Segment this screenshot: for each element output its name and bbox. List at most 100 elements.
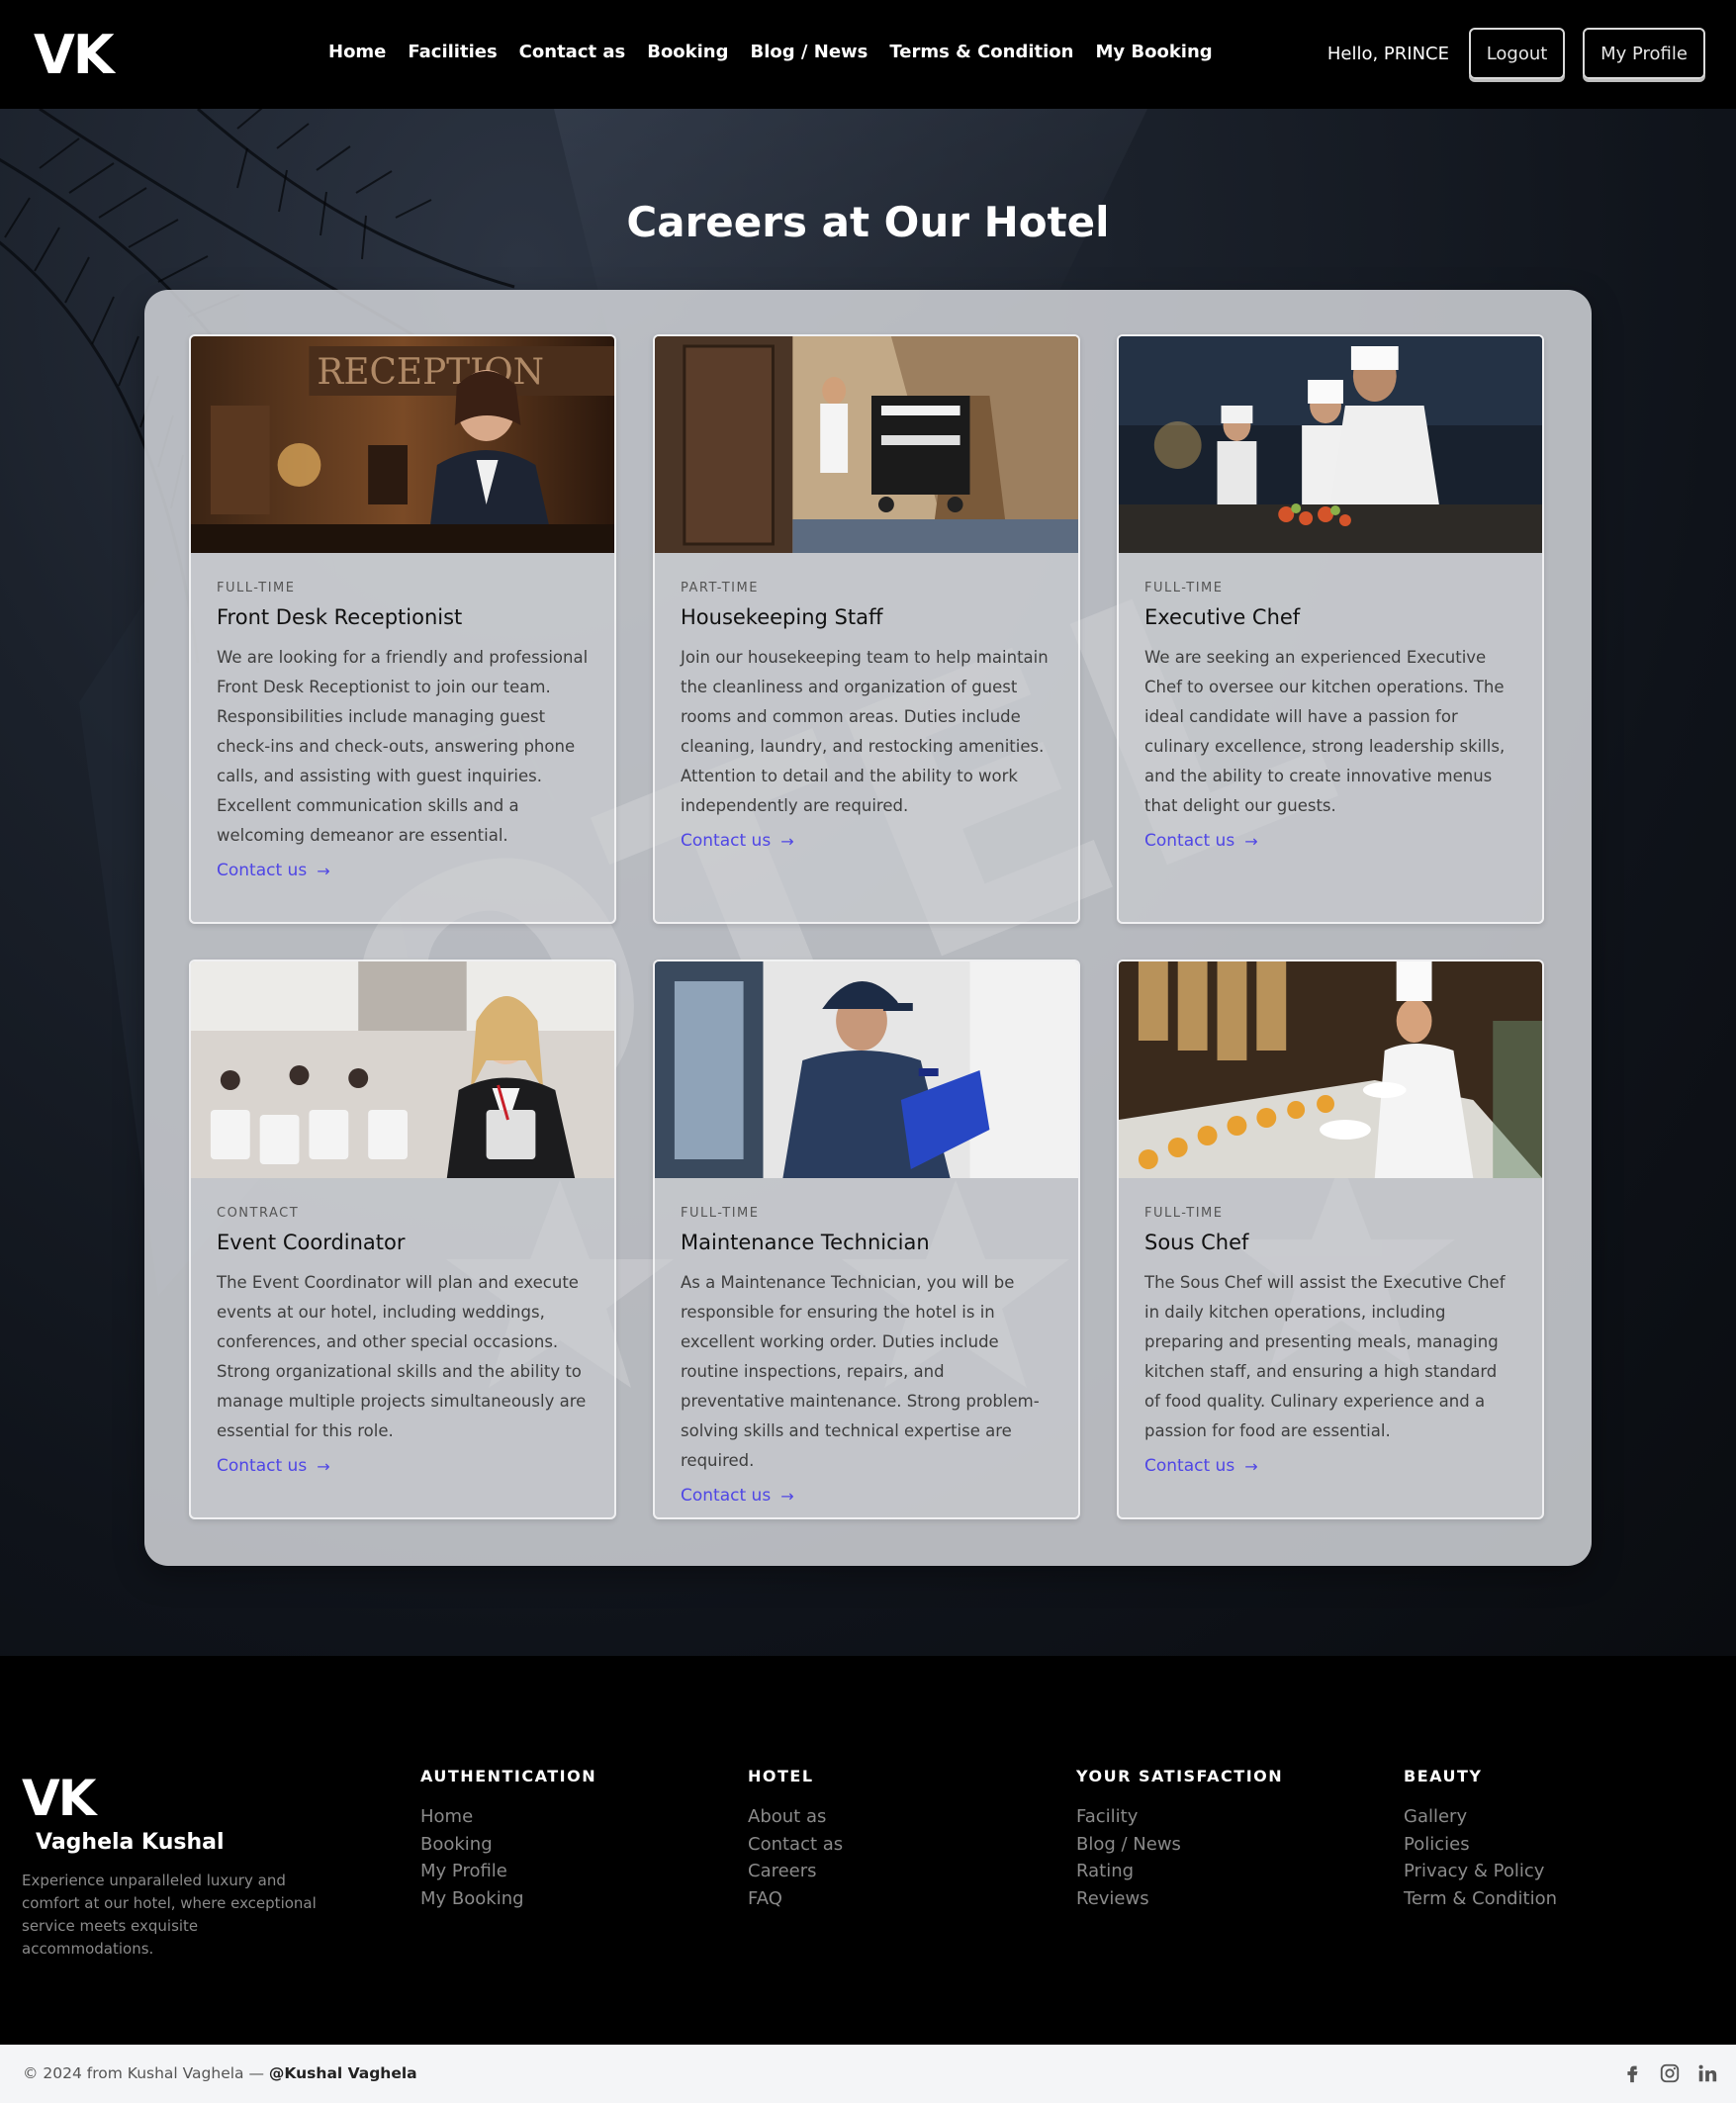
job-description: Join our housekeeping team to help maint…	[681, 648, 1049, 815]
contact-us-link[interactable]: Contact us →	[1144, 831, 1258, 851]
job-type: FULL-TIME	[1144, 1206, 1224, 1221]
job-image-event-coordinator	[191, 961, 614, 1178]
footer-brand-name: Vaghela Kushal	[36, 1830, 225, 1855]
bottom-bar: © 2024 from Kushal Vaghela — @Kushal Vag…	[0, 2045, 1736, 2103]
job-type: FULL-TIME	[1144, 581, 1224, 595]
contact-us-link[interactable]: Contact us →	[681, 1486, 794, 1506]
footer-link-reviews[interactable]: Reviews	[1076, 1885, 1283, 1913]
arrow-right-icon: →	[1244, 1456, 1258, 1476]
footer-column-title: AUTHENTICATION	[420, 1767, 597, 1785]
job-card: FULL-TIME Maintenance Technician As a Ma…	[653, 960, 1080, 1519]
nav-terms[interactable]: Terms & Condition	[889, 42, 1073, 62]
contact-us-label: Contact us	[681, 831, 772, 851]
instagram-icon[interactable]	[1659, 2062, 1681, 2084]
job-image-maintenance	[655, 961, 1078, 1178]
job-image-executive-chef	[1119, 336, 1542, 553]
job-image-receptionist: RECEPTION	[191, 336, 614, 553]
copyright: © 2024 from Kushal Vaghela — @Kushal Vag…	[23, 2064, 417, 2082]
arrow-right-icon: →	[317, 861, 330, 880]
arrow-right-icon: →	[1244, 831, 1258, 851]
linkedin-icon[interactable]	[1696, 2062, 1718, 2084]
contact-us-link[interactable]: Contact us →	[217, 1456, 330, 1476]
job-description: We are looking for a friendly and profes…	[217, 648, 589, 845]
footer-column-hotel: HOTEL About as Contact as Careers FAQ	[748, 1767, 843, 1912]
social-links	[1621, 2062, 1718, 2084]
contact-us-label: Contact us	[217, 1456, 308, 1476]
footer-logo[interactable]: VK	[22, 1771, 96, 1826]
page-title: Careers at Our Hotel	[626, 198, 1110, 246]
copyright-handle[interactable]: @Kushal Vaghela	[269, 2064, 417, 2082]
arrow-right-icon: →	[780, 1486, 794, 1506]
contact-us-label: Contact us	[1144, 1456, 1235, 1476]
job-type: PART-TIME	[681, 581, 759, 595]
contact-us-link[interactable]: Contact us →	[681, 831, 794, 851]
footer-link-careers[interactable]: Careers	[748, 1858, 843, 1885]
job-type: CONTRACT	[217, 1206, 300, 1221]
nav-facilities[interactable]: Facilities	[408, 42, 497, 62]
job-title: Event Coordinator	[217, 1231, 406, 1254]
footer-description: Experience unparalleled luxury and comfo…	[22, 1872, 317, 1958]
job-description: As a Maintenance Technician, you will be…	[681, 1273, 1040, 1470]
job-description: The Sous Chef will assist the Executive …	[1144, 1273, 1506, 1440]
contact-us-label: Contact us	[1144, 831, 1235, 851]
contact-us-label: Contact us	[681, 1486, 772, 1506]
footer-link-privacy-policy[interactable]: Privacy & Policy	[1404, 1858, 1557, 1885]
copyright-text: © 2024 from Kushal Vaghela —	[23, 2064, 269, 2082]
footer-link-terms[interactable]: Term & Condition	[1404, 1885, 1557, 1913]
footer-link-policies[interactable]: Policies	[1404, 1831, 1557, 1859]
nav-blog-news[interactable]: Blog / News	[751, 42, 868, 62]
job-title: Front Desk Receptionist	[217, 605, 463, 629]
footer-link-faq[interactable]: FAQ	[748, 1885, 843, 1913]
job-description: We are seeking an experienced Executive …	[1144, 648, 1506, 815]
job-title: Housekeeping Staff	[681, 605, 883, 629]
footer-link-my-booking[interactable]: My Booking	[420, 1885, 596, 1913]
nav-contact[interactable]: Contact as	[519, 42, 626, 62]
job-card: FULL-TIME Executive Chef We are seeking …	[1117, 334, 1544, 924]
careers-section: Careers at Our Hotel OTEL	[0, 109, 1736, 1656]
job-image-housekeeping	[655, 336, 1078, 553]
footer-link-home[interactable]: Home	[420, 1803, 596, 1831]
job-title: Maintenance Technician	[681, 1231, 930, 1254]
footer-link-gallery[interactable]: Gallery	[1404, 1803, 1557, 1831]
job-title: Sous Chef	[1144, 1231, 1249, 1254]
job-type: FULL-TIME	[217, 581, 296, 595]
facebook-icon[interactable]	[1621, 2062, 1643, 2084]
brand-logo[interactable]: VK	[34, 26, 115, 85]
job-image-sous-chef	[1119, 961, 1542, 1178]
nav-booking[interactable]: Booking	[647, 42, 728, 62]
footer-link-rating[interactable]: Rating	[1076, 1858, 1283, 1885]
footer-link-facility[interactable]: Facility	[1076, 1803, 1283, 1831]
nav-my-booking[interactable]: My Booking	[1095, 42, 1212, 62]
footer-link-about[interactable]: About as	[748, 1803, 843, 1831]
footer-link-my-profile[interactable]: My Profile	[420, 1858, 596, 1885]
job-title: Executive Chef	[1144, 605, 1301, 629]
logout-button[interactable]: Logout	[1469, 28, 1565, 79]
my-profile-button[interactable]: My Profile	[1583, 28, 1705, 79]
contact-us-label: Contact us	[217, 861, 308, 880]
arrow-right-icon: →	[317, 1456, 330, 1476]
arrow-right-icon: →	[780, 831, 794, 851]
job-card: RECEPTION FULL-TIME Front Desk Reception…	[189, 334, 616, 924]
contact-us-link[interactable]: Contact us →	[217, 861, 330, 880]
job-card: PART-TIME Housekeeping Staff Join our ho…	[653, 334, 1080, 924]
site-footer: VK Vaghela Kushal Experience unparallele…	[0, 1656, 1736, 2045]
job-type: FULL-TIME	[681, 1206, 760, 1221]
nav-home[interactable]: Home	[328, 42, 386, 62]
job-card: FULL-TIME Sous Chef The Sous Chef will a…	[1117, 960, 1544, 1519]
footer-column-title: BEAUTY	[1404, 1767, 1483, 1785]
footer-link-booking[interactable]: Booking	[420, 1831, 596, 1859]
job-description: The Event Coordinator will plan and exec…	[217, 1273, 587, 1440]
footer-link-blog-news[interactable]: Blog / News	[1076, 1831, 1283, 1859]
footer-column-title: HOTEL	[748, 1767, 814, 1785]
footer-column-beauty: BEAUTY Gallery Policies Privacy & Policy…	[1404, 1767, 1557, 1912]
footer-column-satisfaction: YOUR SATISFACTION Facility Blog / News R…	[1076, 1767, 1283, 1912]
footer-link-contact[interactable]: Contact as	[748, 1831, 843, 1859]
job-card: CONTRACT Event Coordinator The Event Coo…	[189, 960, 616, 1519]
user-greeting: Hello, PRINCE	[1326, 43, 1449, 64]
main-nav: Home Facilities Contact as Booking Blog …	[328, 42, 1213, 62]
contact-us-link[interactable]: Contact us →	[1144, 1456, 1258, 1476]
footer-column-authentication: AUTHENTICATION Home Booking My Profile M…	[420, 1767, 596, 1912]
careers-panel: OTEL RECEPTION	[144, 290, 1592, 1566]
user-area: Hello, PRINCE Logout My Profile	[1327, 28, 1705, 79]
top-navbar: VK Home Facilities Contact as Booking Bl…	[0, 0, 1736, 109]
